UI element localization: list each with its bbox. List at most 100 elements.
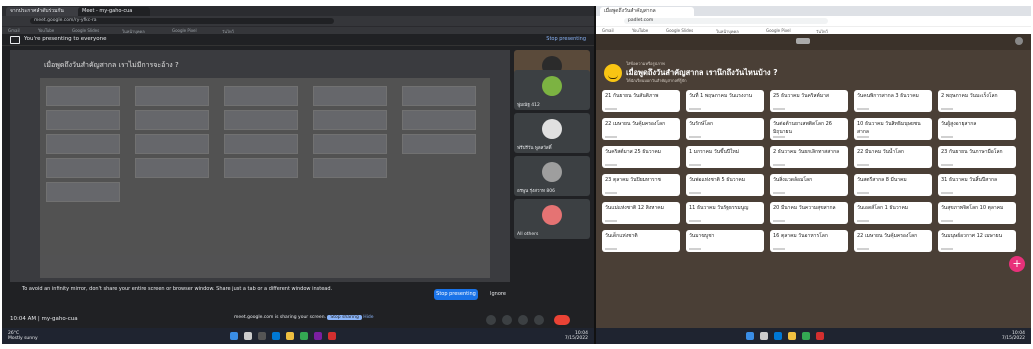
post-card[interactable]: 1 มกราคม วันขึ้นปีใหม่ bbox=[686, 146, 764, 168]
avatar[interactable] bbox=[1015, 37, 1023, 45]
padlet-column: 21 กันยายน วันสันติภาพ 22 เมษายน วันคุ้ม… bbox=[602, 90, 680, 258]
tab-padlet[interactable]: เมื่อพูดถึงวันสำคัญสากล bbox=[600, 7, 694, 16]
post-card[interactable]: 2 พฤษภาคม วันมะเร็งโลก bbox=[938, 90, 1016, 112]
stop-presenting-link[interactable]: Stop presenting bbox=[546, 36, 586, 42]
chrome-icon[interactable] bbox=[300, 332, 308, 340]
edge-icon[interactable] bbox=[774, 332, 782, 340]
file-explorer-icon[interactable] bbox=[788, 332, 796, 340]
mirrored-card bbox=[46, 182, 120, 202]
mirrored-card bbox=[135, 158, 209, 178]
post-card[interactable]: 16 ตุลาคม วันอาหารโลก bbox=[770, 230, 848, 252]
post-card[interactable]: 23 ตุลาคม วันปิยมหาราช bbox=[602, 174, 680, 196]
hide-button[interactable]: Hide bbox=[363, 315, 373, 320]
post-card[interactable]: 20 มีนาคม วันความสุขสากล bbox=[770, 202, 848, 224]
start-icon[interactable] bbox=[746, 332, 754, 340]
post-card[interactable]: วันมนุษย์อวกาศ 12 เมษายน bbox=[938, 230, 1016, 252]
post-card[interactable]: 31 ธันวาคม วันสิ้นปีสากล bbox=[938, 174, 1016, 196]
start-icon[interactable] bbox=[230, 332, 238, 340]
app-icon[interactable] bbox=[328, 332, 336, 340]
post-card[interactable]: 25 ธันวาคม วันคริสต์มาส bbox=[770, 90, 848, 112]
bookmark-item[interactable]: YouTube bbox=[632, 28, 648, 33]
present-button[interactable] bbox=[518, 315, 528, 325]
post-card[interactable]: 11 ธันวาคม วันรัฐธรรมนูญ bbox=[686, 202, 764, 224]
post-card[interactable]: วันคริสต์มาส 25 ธันวาคม bbox=[602, 146, 680, 168]
participant-tiles: ฟูมณัฐ 412 ฟรีปรีวัน พูลสวัสดิ์ อรพูน รุ… bbox=[514, 70, 590, 242]
dual-screen-capture: จากประกาศลำดับร่วมกัน Meet - my-gaho-cua… bbox=[2, 6, 1031, 344]
mirrored-card bbox=[402, 110, 476, 130]
participant-tile[interactable]: อรพูน รุ่งสวาท 806 bbox=[514, 156, 590, 196]
bookmark-item[interactable]: Google Pixel bbox=[766, 28, 791, 33]
participant-tile[interactable]: ฟูมณัฐ 412 bbox=[514, 70, 590, 110]
participant-name: All others bbox=[517, 232, 539, 237]
mirrored-card bbox=[46, 86, 120, 106]
bookmark-item[interactable]: Gmail bbox=[8, 28, 20, 33]
url-field[interactable]: meet.google.com/ry-yfkc-ra bbox=[30, 18, 334, 24]
edge-icon[interactable] bbox=[272, 332, 280, 340]
post-card[interactable]: วันมาฆบูชา bbox=[686, 230, 764, 252]
search-icon[interactable] bbox=[760, 332, 768, 340]
tab-meet[interactable]: Meet - my-gaho-cua bbox=[78, 7, 150, 16]
url-field[interactable]: padlet.com bbox=[624, 18, 828, 24]
post-card[interactable]: วันที่ 1 พฤษภาคม วันแรงงาน bbox=[686, 90, 764, 112]
post-card[interactable]: วันรักษ์โลก bbox=[686, 118, 764, 140]
system-clock[interactable]: 10:04 7/15/2022 bbox=[1002, 331, 1025, 341]
post-card[interactable]: วันแม่แห่งชาติ 12 สิงหาคม bbox=[602, 202, 680, 224]
bookmark-item[interactable]: YouTube bbox=[38, 28, 54, 33]
post-card[interactable]: วันสุขภาพจิตโลก 10 ตุลาคม bbox=[938, 202, 1016, 224]
mirrored-card bbox=[313, 86, 387, 106]
app-icon[interactable] bbox=[816, 332, 824, 340]
add-post-button[interactable]: + bbox=[1009, 256, 1025, 272]
mirrored-card bbox=[402, 86, 476, 106]
search-icon[interactable] bbox=[244, 332, 252, 340]
participant-name: ฟูมณัฐ 412 bbox=[517, 103, 540, 108]
avatar bbox=[542, 162, 562, 182]
shared-screen-preview: เมื่อพูดถึงวันสำคัญสากล เราไม่มีการจะอ้า… bbox=[10, 50, 510, 282]
bookmark-item[interactable]: Google Pixel bbox=[172, 28, 197, 33]
mirrored-padlet-board bbox=[40, 78, 490, 278]
ignore-button[interactable]: Ignore bbox=[490, 291, 506, 297]
system-clock[interactable]: 10:04 7/15/2022 bbox=[565, 331, 588, 341]
stop-presenting-button[interactable]: Stop presenting bbox=[434, 289, 478, 300]
avatar bbox=[542, 205, 562, 225]
mirrored-card bbox=[313, 134, 387, 154]
windows-taskbar: 10:04 7/15/2022 bbox=[596, 328, 1031, 344]
post-card[interactable]: 22 มีนาคม วันน้ำโลก bbox=[854, 146, 932, 168]
post-card[interactable]: 22 เมษายน วันคุ้มครองโลก bbox=[854, 230, 932, 252]
post-card[interactable]: วันต่อต้านยาเสพติดโลก 26 มิถุนายน bbox=[770, 118, 848, 140]
post-card[interactable]: 23 กันยายน วันภาษามือโลก bbox=[938, 146, 1016, 168]
post-card[interactable]: 10 ธันวาคม วันสิทธิมนุษยชนสากล bbox=[854, 118, 932, 140]
mic-button[interactable] bbox=[486, 315, 496, 325]
taskview-icon[interactable] bbox=[258, 332, 266, 340]
bookmark-item[interactable]: Google Slides bbox=[72, 28, 99, 33]
post-card[interactable]: 2 ธันวาคม วันยกเลิกทาสสากล bbox=[770, 146, 848, 168]
bookmark-item[interactable]: Gmail bbox=[602, 28, 614, 33]
post-card[interactable]: วันเอดส์โลก 1 ธันวาคม bbox=[854, 202, 932, 224]
camera-button[interactable] bbox=[502, 315, 512, 325]
post-card[interactable]: วันพ่อแห่งชาติ 5 ธันวาคม bbox=[686, 174, 764, 196]
bookmark-item[interactable]: Google Slides bbox=[666, 28, 693, 33]
file-explorer-icon[interactable] bbox=[286, 332, 294, 340]
post-card[interactable]: วันสิ่งแวดล้อมโลก bbox=[770, 174, 848, 196]
tab-padlet[interactable]: จากประกาศลำดับร่วมกัน bbox=[6, 7, 84, 16]
more-options-button[interactable] bbox=[534, 315, 544, 325]
participant-tile[interactable]: ฟรีปรีวัน พูลสวัสดิ์ bbox=[514, 113, 590, 153]
post-card[interactable]: วันสตรีสากล 8 มีนาคม bbox=[854, 174, 932, 196]
post-card[interactable]: 22 เมษายน วันคุ้มครองโลก bbox=[602, 118, 680, 140]
shared-padlet-title: เมื่อพูดถึงวันสำคัญสากล เราไม่มีการจะอ้า… bbox=[44, 61, 179, 69]
address-bar: meet.google.com/ry-yfkc-ra bbox=[2, 16, 594, 26]
post-card[interactable]: วันผู้สูงอายุสากล bbox=[938, 118, 1016, 140]
mirrored-card bbox=[224, 110, 298, 130]
leave-call-button[interactable] bbox=[554, 315, 570, 325]
mirrored-card bbox=[135, 134, 209, 154]
padlet-brand-icon bbox=[796, 38, 810, 44]
app-icon[interactable] bbox=[314, 332, 322, 340]
post-card[interactable]: วันคนพิการสากล 3 ธันวาคม bbox=[854, 90, 932, 112]
participant-tile[interactable]: All others bbox=[514, 199, 590, 239]
weather-widget[interactable]: 26°C Mostly sunny bbox=[8, 331, 38, 341]
stop-sharing-button[interactable]: Stop sharing bbox=[327, 315, 362, 320]
infinity-mirror-warning: To avoid an infinity mirror, don't share… bbox=[22, 286, 333, 292]
presenting-banner: You're presenting to everyone Stop prese… bbox=[2, 34, 594, 46]
post-card[interactable]: วันเด็กแห่งชาติ bbox=[602, 230, 680, 252]
chrome-icon[interactable] bbox=[802, 332, 810, 340]
post-card[interactable]: 21 กันยายน วันสันติภาพ bbox=[602, 90, 680, 112]
